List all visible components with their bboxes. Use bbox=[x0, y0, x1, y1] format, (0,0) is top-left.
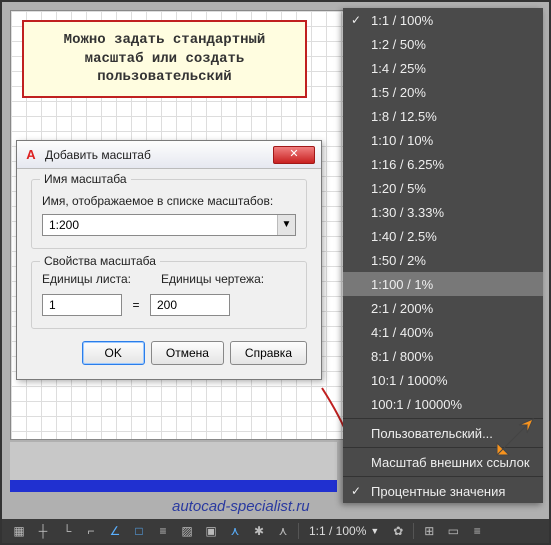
annotation-note: Можно задать стандартный масштаб или соз… bbox=[22, 20, 307, 98]
layout-graybar bbox=[10, 442, 337, 480]
status-bar: ▦ ┼ └ ⌐ ∠ □ ≡ ▨ ▣ ⋏ ✱ ⋏ 1:1 / 100% ▼ ✿ ⊞… bbox=[2, 519, 549, 543]
scale-props-group: Свойства масштаба Единицы листа: Единицы… bbox=[31, 261, 307, 329]
menu-item-scale[interactable]: 1:40 / 2.5% bbox=[343, 224, 543, 248]
dialog-titlebar[interactable]: A Добавить масштаб ✕ bbox=[17, 141, 321, 169]
sb-snap-icon[interactable]: ┼ bbox=[32, 521, 54, 541]
menu-item-label: Пользовательский... bbox=[371, 426, 493, 441]
sb-osnap-icon[interactable]: □ bbox=[128, 521, 150, 541]
sb-scale-text: 1:1 / 100% bbox=[309, 524, 366, 538]
sb-maximize-icon[interactable]: ▭ bbox=[442, 521, 464, 541]
check-icon: ✓ bbox=[351, 484, 361, 498]
layout-bluebar bbox=[10, 480, 337, 492]
scale-name-group: Имя масштаба Имя, отображаемое в списке … bbox=[31, 179, 307, 249]
drawing-units-label: Единицы чертежа: bbox=[161, 272, 264, 286]
menu-item-scale[interactable]: 1:100 / 1% bbox=[343, 272, 543, 296]
menu-item-scale[interactable]: 2:1 / 200% bbox=[343, 296, 543, 320]
sb-customize-icon[interactable]: ≡ bbox=[466, 521, 488, 541]
sb-transparency-icon[interactable]: ▨ bbox=[176, 521, 198, 541]
sb-ortho-icon[interactable]: └ bbox=[56, 521, 78, 541]
menu-item-scale[interactable]: 1:50 / 2% bbox=[343, 248, 543, 272]
add-scale-dialog: A Добавить масштаб ✕ Имя масштаба Имя, о… bbox=[16, 140, 322, 380]
dialog-title: Добавить масштаб bbox=[45, 148, 273, 162]
menu-item-label: 1:20 / 5% bbox=[371, 181, 426, 196]
menu-item-label: 1:5 / 20% bbox=[371, 85, 426, 100]
menu-item-label: 10:1 / 1000% bbox=[371, 373, 448, 388]
menu-item-scale[interactable]: 8:1 / 800% bbox=[343, 344, 543, 368]
menu-item-label: 8:1 / 800% bbox=[371, 349, 433, 364]
ok-button[interactable]: OK bbox=[82, 341, 145, 365]
menu-item-scale[interactable]: 1:8 / 12.5% bbox=[343, 104, 543, 128]
paper-units-input[interactable] bbox=[42, 294, 122, 316]
menu-item-scale[interactable]: 1:4 / 25% bbox=[343, 56, 543, 80]
menu-item-label: Процентные значения bbox=[371, 484, 505, 499]
cancel-button[interactable]: Отмена bbox=[151, 341, 224, 365]
sb-annotation-icon[interactable]: ⋏ bbox=[224, 521, 246, 541]
menu-item-scale[interactable]: 1:10 / 10% bbox=[343, 128, 543, 152]
menu-item-label: 100:1 / 10000% bbox=[371, 397, 462, 412]
scale-name-combo[interactable]: 1:200 ▼ bbox=[42, 214, 296, 236]
menu-item-label: 1:8 / 12.5% bbox=[371, 109, 437, 124]
menu-item-label: 4:1 / 400% bbox=[371, 325, 433, 340]
menu-item-label: 1:10 / 10% bbox=[371, 133, 433, 148]
sb-lineweight-icon[interactable]: ≡ bbox=[152, 521, 174, 541]
scale-name-label: Имя, отображаемое в списке масштабов: bbox=[42, 194, 296, 208]
sb-gear-icon[interactable]: ✿ bbox=[387, 521, 409, 541]
menu-item-scale[interactable]: 1:30 / 3.33% bbox=[343, 200, 543, 224]
logo-arrow-icon bbox=[489, 413, 539, 463]
menu-item-label: 1:100 / 1% bbox=[371, 277, 433, 292]
equals-sign: = bbox=[130, 298, 142, 312]
menu-item-scale[interactable]: 4:1 / 400% bbox=[343, 320, 543, 344]
close-button[interactable]: ✕ bbox=[273, 146, 315, 164]
menu-item-label: 1:40 / 2.5% bbox=[371, 229, 437, 244]
menu-item-label: 1:50 / 2% bbox=[371, 253, 426, 268]
help-button[interactable]: Справка bbox=[230, 341, 307, 365]
menu-item-scale[interactable]: 1:16 / 6.25% bbox=[343, 152, 543, 176]
sb-annoscale-icon[interactable]: ⋏ bbox=[272, 521, 294, 541]
menu-item-scale[interactable]: 1:2 / 50% bbox=[343, 32, 543, 56]
menu-item-label: 1:16 / 6.25% bbox=[371, 157, 444, 172]
menu-item-scale[interactable]: 10:1 / 1000% bbox=[343, 368, 543, 392]
chevron-down-icon[interactable]: ▼ bbox=[277, 215, 295, 235]
menu-item-scale[interactable]: 1:5 / 20% bbox=[343, 80, 543, 104]
sb-polar-icon[interactable]: ⌐ bbox=[80, 521, 102, 541]
menu-item-scale[interactable]: ✓ 1:1 / 100% bbox=[343, 8, 543, 32]
chevron-down-icon: ▼ bbox=[370, 526, 379, 536]
group-title-name: Имя масштаба bbox=[40, 172, 131, 186]
menu-item-percent[interactable]: ✓ Процентные значения bbox=[343, 479, 543, 503]
check-icon: ✓ bbox=[351, 13, 361, 27]
group-title-props: Свойства масштаба bbox=[40, 254, 160, 268]
menu-item-label: 1:2 / 50% bbox=[371, 37, 426, 52]
menu-item-label: 2:1 / 200% bbox=[371, 301, 433, 316]
sb-cycling-icon[interactable]: ▣ bbox=[200, 521, 222, 541]
sb-workspace-icon[interactable]: ⊞ bbox=[418, 521, 440, 541]
autocad-icon: A bbox=[23, 147, 39, 163]
paper-units-label: Единицы листа: bbox=[42, 272, 131, 286]
sb-autoscale-icon[interactable]: ✱ bbox=[248, 521, 270, 541]
sb-scale-display[interactable]: 1:1 / 100% ▼ bbox=[303, 524, 385, 538]
menu-item-label: 1:1 / 100% bbox=[371, 13, 433, 28]
drawing-units-input[interactable] bbox=[150, 294, 230, 316]
menu-item-label: 1:30 / 3.33% bbox=[371, 205, 444, 220]
menu-item-scale[interactable]: 1:20 / 5% bbox=[343, 176, 543, 200]
menu-separator bbox=[343, 476, 543, 477]
watermark-text: autocad-specialist.ru bbox=[172, 498, 310, 515]
sb-grid-icon[interactable]: ▦ bbox=[8, 521, 30, 541]
scale-name-value: 1:200 bbox=[43, 218, 277, 232]
sb-isodraft-icon[interactable]: ∠ bbox=[104, 521, 126, 541]
menu-item-label: 1:4 / 25% bbox=[371, 61, 426, 76]
